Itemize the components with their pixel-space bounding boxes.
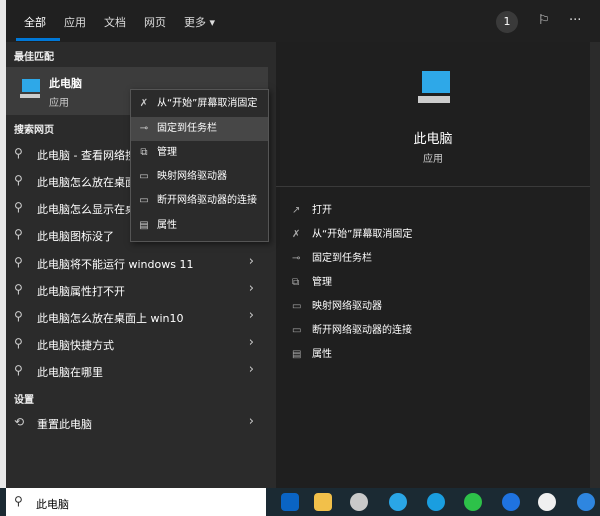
sogou-icon[interactable] <box>577 493 595 511</box>
file-explorer-icon[interactable] <box>314 493 332 511</box>
more-options-icon[interactable]: ··· <box>569 13 581 28</box>
menu-manage[interactable]: ⧉ 管理 <box>131 141 268 165</box>
web-result[interactable]: ⚲ 此电脑将不能运行 windows 11 › <box>6 249 268 276</box>
search-icon: ⚲ <box>14 173 23 187</box>
search-box[interactable]: ⚲ 此电脑 <box>6 488 266 516</box>
search-icon: ⚲ <box>14 309 23 323</box>
properties-icon: ▤ <box>139 220 149 231</box>
search-icon: ⚲ <box>14 494 23 508</box>
menu-pin-taskbar[interactable]: ⊸ 固定到任务栏 <box>131 117 268 141</box>
pin-icon: ⊸ <box>292 253 301 264</box>
reset-icon: ⟲ <box>14 415 25 429</box>
chevron-right-icon[interactable]: › <box>249 281 254 296</box>
unpin-icon: ✗ <box>139 98 149 109</box>
snipping-tool-icon[interactable] <box>350 493 368 511</box>
action-manage[interactable]: ⧉ 管理 <box>292 273 332 295</box>
action-open[interactable]: ↗ 打开 <box>292 201 332 223</box>
web-result[interactable]: ⚲ 此电脑怎么放在桌面上 win10 › <box>6 303 268 330</box>
tab-all[interactable]: 全部 <box>24 14 46 30</box>
menu-disconnect-drive[interactable]: ▭ 断开网络驱动器的连接 <box>131 189 268 213</box>
preview-pane: 此电脑 应用 ↗ 打开 ✗ 从“开始”屏幕取消固定 ⊸ 固定到任务栏 ⧉ 管理 ▭ 映射网… <box>276 42 590 488</box>
search-icon: ⚲ <box>14 363 23 377</box>
divider <box>276 186 590 187</box>
search-icon: ⚲ <box>14 282 23 296</box>
manage-icon: ⧉ <box>140 147 148 158</box>
menu-map-drive[interactable]: ▭ 映射网络驱动器 <box>131 165 268 189</box>
tab-docs[interactable]: 文档 <box>104 14 126 30</box>
wechat-icon[interactable] <box>464 493 482 511</box>
web-result[interactable]: ⚲ 此电脑属性打不开 › <box>6 276 268 303</box>
tab-apps[interactable]: 应用 <box>64 14 86 30</box>
outlook-icon[interactable] <box>281 493 299 511</box>
network-drive-icon: ▭ <box>139 171 149 182</box>
network-drive-icon: ▭ <box>292 301 302 312</box>
action-map-drive[interactable]: ▭ 映射网络驱动器 <box>292 297 382 319</box>
chevron-right-icon[interactable]: › <box>249 414 254 429</box>
unpin-icon: ✗ <box>292 229 301 240</box>
preview-title: 此电脑 <box>413 132 453 147</box>
menu-properties[interactable]: ▤ 属性 <box>131 214 268 238</box>
active-tab-indicator <box>16 38 60 41</box>
action-properties[interactable]: ▤ 属性 <box>292 345 332 367</box>
network-drive-icon: ▭ <box>139 195 149 206</box>
section-best-match: 最佳匹配 <box>14 52 54 63</box>
search-icon: ⚲ <box>14 255 23 269</box>
tab-bar: 全部 应用 文档 网页 更多 ▾ 1 ⚐ ··· <box>6 0 600 42</box>
settings-result[interactable]: ⟲ 重置此电脑 › <box>6 409 268 436</box>
chevron-right-icon[interactable]: › <box>249 335 254 350</box>
search-window: 全部 应用 文档 网页 更多 ▾ 1 ⚐ ··· 最佳匹配 此电脑 应用 搜索网… <box>6 0 600 488</box>
network-drive-icon: ▭ <box>292 325 302 336</box>
preview-subtitle: 应用 <box>423 154 443 165</box>
action-pin-taskbar[interactable]: ⊸ 固定到任务栏 <box>292 249 372 271</box>
search-icon: ⚲ <box>14 200 23 214</box>
action-unpin-start[interactable]: ✗ 从“开始”屏幕取消固定 <box>292 225 412 247</box>
properties-icon: ▤ <box>292 349 302 360</box>
internet-explorer-icon[interactable] <box>389 493 407 511</box>
section-settings: 设置 <box>14 395 34 406</box>
pin-icon: ⊸ <box>139 123 149 134</box>
chevron-right-icon[interactable]: › <box>249 308 254 323</box>
chevron-right-icon[interactable]: › <box>249 362 254 377</box>
web-result[interactable]: ⚲ 此电脑快捷方式 › <box>6 330 268 357</box>
asus-icon[interactable] <box>538 493 556 511</box>
best-match-subtitle: 应用 <box>49 98 69 109</box>
best-match-title: 此电脑 <box>49 77 82 90</box>
menu-unpin-start[interactable]: ✗ 从“开始”屏幕取消固定 <box>131 92 268 116</box>
skype-icon[interactable] <box>427 493 445 511</box>
action-disconnect-drive[interactable]: ▭ 断开网络驱动器的连接 <box>292 321 412 343</box>
section-web: 搜索网页 <box>14 125 54 136</box>
app-icon[interactable] <box>502 493 520 511</box>
web-result[interactable]: ⚲ 此电脑在哪里 › <box>6 357 268 384</box>
manage-icon: ⧉ <box>292 277 300 288</box>
computer-icon <box>418 71 450 103</box>
search-icon: ⚲ <box>14 227 23 241</box>
search-icon: ⚲ <box>14 336 23 350</box>
search-icon: ⚲ <box>14 146 23 160</box>
chevron-right-icon[interactable]: › <box>249 254 254 269</box>
context-menu: ✗ 从“开始”屏幕取消固定 ⊸ 固定到任务栏 ⧉ 管理 ▭ 映射网络驱动器 ▭ 断开网络驱… <box>130 89 269 242</box>
open-icon: ↗ <box>292 205 301 216</box>
computer-icon <box>20 79 40 98</box>
rewards-badge[interactable]: 1 <box>496 11 518 33</box>
tab-more[interactable]: 更多 ▾ <box>184 14 215 30</box>
tab-web[interactable]: 网页 <box>144 14 166 30</box>
search-input[interactable]: 此电脑 <box>36 496 69 512</box>
feedback-icon[interactable]: ⚐ <box>538 13 550 28</box>
